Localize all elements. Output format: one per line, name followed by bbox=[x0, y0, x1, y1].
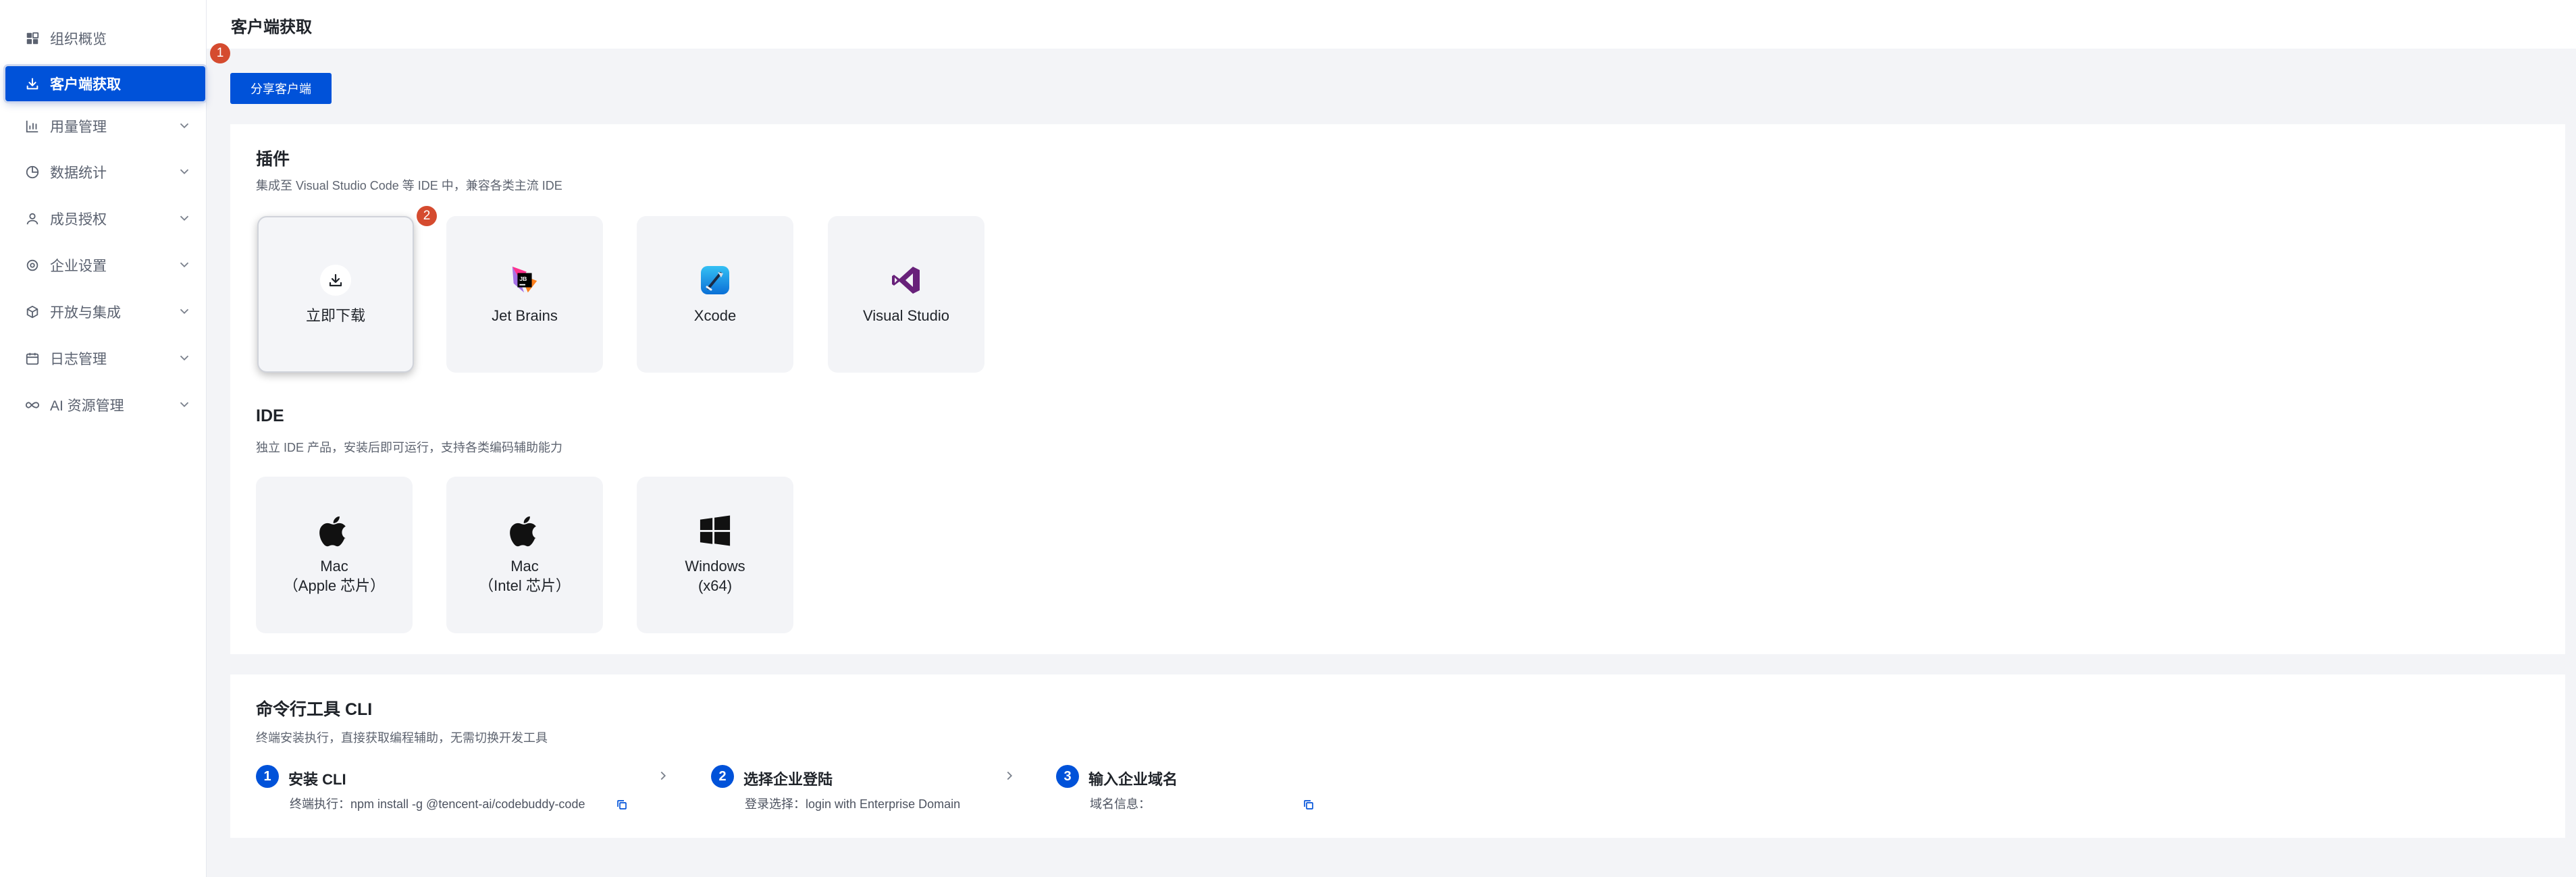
ide-section-title: IDE bbox=[256, 406, 284, 425]
step-number: 3 bbox=[1056, 765, 1079, 788]
chevron-down-icon bbox=[180, 309, 189, 315]
tile-mac-intel[interactable]: Mac （Intel 芯片） bbox=[446, 477, 603, 633]
copy-icon[interactable] bbox=[1303, 799, 1315, 811]
sidebar-item-label: 数据统计 bbox=[50, 165, 107, 181]
user-icon bbox=[24, 211, 41, 227]
sidebar-item-statistics[interactable]: 数据统计 bbox=[5, 155, 205, 190]
tile-jetbrains[interactable]: JB Jet Brains bbox=[446, 216, 603, 373]
copy-icon[interactable] bbox=[616, 799, 628, 811]
tile-label-line1: Mac bbox=[320, 558, 348, 575]
chevron-down-icon bbox=[180, 215, 189, 221]
infinity-icon bbox=[24, 397, 41, 413]
grid-icon bbox=[24, 30, 41, 47]
tile-mac-apple-silicon[interactable]: Mac （Apple 芯片） bbox=[256, 477, 413, 633]
cube-icon bbox=[24, 304, 41, 320]
cli-panel: 命令行工具 CLI 终端安装执行，直接获取编程辅助，无需切换开发工具 1 安装 … bbox=[230, 674, 2565, 838]
chevron-down-icon bbox=[180, 123, 189, 129]
cli-step-select-login: 2 选择企业登陆 登录选择：login with Enterprise Doma… bbox=[711, 765, 1049, 819]
sidebar-item-label: 组织概览 bbox=[50, 32, 107, 47]
calendar-log-icon bbox=[24, 350, 41, 367]
pie-chart-icon bbox=[24, 164, 41, 180]
chevron-down-icon bbox=[180, 402, 189, 408]
chevron-down-icon bbox=[180, 169, 189, 175]
sidebar-item-org-overview[interactable]: 组织概览 bbox=[5, 21, 205, 56]
tile-label: Mac （Apple 芯片） bbox=[284, 556, 385, 595]
step-title: 安装 CLI bbox=[288, 771, 346, 788]
step-title: 输入企业域名 bbox=[1088, 771, 1178, 788]
sidebar-item-ai-resources[interactable]: AI 资源管理 bbox=[5, 388, 205, 423]
sidebar-item-label: 客户端获取 bbox=[50, 77, 121, 92]
sidebar-item-label: 企业设置 bbox=[50, 259, 107, 274]
tile-label: Xcode bbox=[693, 307, 737, 324]
sidebar-item-label: AI 资源管理 bbox=[50, 398, 124, 414]
step-number: 2 bbox=[711, 765, 734, 788]
tile-label-line2: （Apple 芯片） bbox=[283, 577, 386, 594]
sidebar-item-label: 开放与集成 bbox=[50, 305, 121, 321]
sidebar-item-label: 成员授权 bbox=[50, 212, 107, 228]
sidebar-item-open-integration[interactable]: 开放与集成 bbox=[5, 294, 205, 329]
tile-windows-x64[interactable]: Windows (x64) bbox=[637, 477, 793, 633]
share-client-button[interactable]: 分享客户端 bbox=[230, 73, 332, 104]
tile-label-line1: Windows bbox=[685, 558, 745, 575]
tile-label: Windows (x64) bbox=[685, 556, 745, 595]
tile-xcode[interactable]: Xcode bbox=[637, 216, 793, 373]
sidebar-item-log-management[interactable]: 日志管理 bbox=[5, 341, 205, 376]
chevron-right-icon bbox=[1007, 771, 1013, 780]
jetbrains-icon: JB bbox=[508, 264, 541, 296]
chevron-down-icon bbox=[180, 262, 189, 268]
visual-studio-icon bbox=[890, 264, 922, 296]
page-title: 客户端获取 bbox=[231, 18, 312, 36]
download-icon bbox=[320, 264, 351, 296]
cli-step-enter-domain: 3 输入企业域名 域名信息： bbox=[1056, 765, 1380, 819]
tile-label: 立即下载 bbox=[305, 307, 365, 324]
step-desc: 域名信息： bbox=[1090, 797, 1151, 811]
tile-label-line2: (x64) bbox=[698, 577, 733, 594]
step-title: 选择企业登陆 bbox=[743, 771, 833, 788]
apple-icon bbox=[508, 514, 541, 547]
gear-icon bbox=[24, 257, 41, 273]
page-header: 客户端获取 bbox=[207, 0, 2576, 49]
step-badge-1: 1 bbox=[210, 43, 230, 63]
plugins-section-desc: 集成至 Visual Studio Code 等 IDE 中，兼容各类主流 ID… bbox=[256, 179, 562, 192]
xcode-icon bbox=[699, 264, 731, 296]
chevron-right-icon bbox=[660, 771, 666, 780]
step-desc: 登录选择：login with Enterprise Domain bbox=[745, 797, 961, 811]
sidebar-item-client-download[interactable]: 客户端获取 bbox=[5, 66, 205, 101]
sidebar-item-label: 用量管理 bbox=[50, 119, 107, 135]
cli-step-install: 1 安装 CLI 终端执行：npm install -g @tencent-ai… bbox=[256, 765, 688, 819]
windows-icon bbox=[699, 514, 731, 547]
step-badge-2: 2 bbox=[417, 206, 437, 226]
apple-icon bbox=[318, 514, 350, 547]
tile-visual-studio[interactable]: Visual Studio bbox=[828, 216, 984, 373]
tile-label: Mac （Intel 芯片） bbox=[479, 556, 571, 595]
cli-section-desc: 终端安装执行，直接获取编程辅助，无需切换开发工具 bbox=[256, 731, 548, 745]
sidebar-item-usage[interactable]: 用量管理 bbox=[5, 109, 205, 144]
tile-icon-wrap bbox=[319, 264, 352, 296]
svg-text:JB: JB bbox=[519, 275, 527, 282]
tile-label-line2: （Intel 芯片） bbox=[479, 577, 571, 594]
cli-section-title: 命令行工具 CLI bbox=[256, 700, 373, 719]
step-desc: 终端执行：npm install -g @tencent-ai/codebudd… bbox=[290, 797, 585, 811]
download-icon bbox=[24, 76, 41, 92]
sidebar-item-member-auth[interactable]: 成员授权 bbox=[5, 201, 205, 236]
sidebar-item-label: 日志管理 bbox=[50, 352, 107, 367]
chevron-down-icon bbox=[180, 355, 189, 361]
plugins-section-title: 插件 bbox=[256, 150, 290, 169]
sidebar: 组织概览 客户端获取 用量管理 数据统计 成员授权 企业设置 开放与集成 日志管… bbox=[0, 0, 207, 877]
plugins-ide-panel: 插件 集成至 Visual Studio Code 等 IDE 中，兼容各类主流… bbox=[230, 124, 2565, 654]
sidebar-item-enterprise-settings[interactable]: 企业设置 bbox=[5, 248, 205, 283]
tile-download-now[interactable]: 立即下载 bbox=[257, 216, 414, 373]
step-number: 1 bbox=[256, 765, 279, 788]
ide-section-desc: 独立 IDE 产品，安装后即可运行，支持各类编码辅助能力 bbox=[256, 441, 563, 454]
bar-chart-icon bbox=[24, 118, 41, 134]
tile-label: Visual Studio bbox=[862, 307, 949, 324]
tile-label-line1: Mac bbox=[510, 558, 539, 575]
tile-label: Jet Brains bbox=[492, 307, 558, 324]
